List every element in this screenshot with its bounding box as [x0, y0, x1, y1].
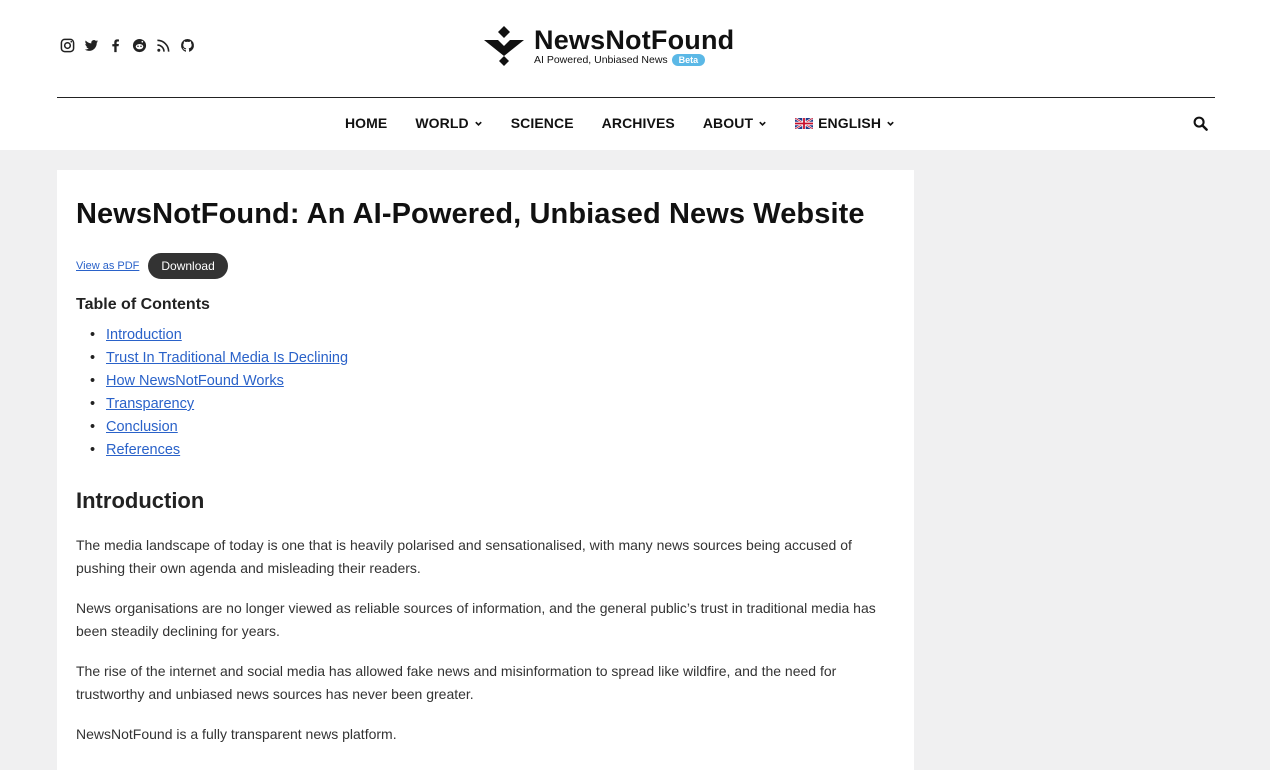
chevron-down-icon [887, 121, 894, 126]
nav-about[interactable]: ABOUT [703, 115, 767, 131]
logo-tagline: AI Powered, Unbiased News [534, 54, 668, 66]
site-header: NewsNotFound AI Powered, Unbiased News B… [0, 0, 1270, 150]
nav-world[interactable]: WORLD [415, 115, 482, 131]
chevron-down-icon [474, 121, 482, 126]
toc-link-introduction[interactable]: Introduction [106, 327, 182, 343]
social-links [60, 38, 195, 53]
site-logo[interactable]: NewsNotFound AI Powered, Unbiased News B… [482, 24, 734, 68]
search-icon[interactable] [1193, 116, 1208, 131]
toc-link-conclusion[interactable]: Conclusion [106, 419, 178, 435]
table-of-contents: Introduction Trust In Traditional Media … [90, 324, 895, 462]
rss-icon[interactable] [156, 38, 171, 53]
paragraph: The rise of the internet and social medi… [76, 663, 837, 702]
reddit-icon[interactable] [132, 38, 147, 53]
nav-science[interactable]: SCIENCE [511, 115, 574, 131]
header-divider [57, 97, 1215, 98]
github-icon[interactable] [180, 38, 195, 53]
toc-link-how-it-works[interactable]: How NewsNotFound Works [106, 373, 284, 389]
nav-language[interactable]: ENGLISH [795, 115, 895, 131]
article-title: NewsNotFound: An AI-Powered, Unbiased Ne… [76, 198, 865, 230]
toc-link-transparency[interactable]: Transparency [106, 396, 194, 412]
toc-item: References [90, 439, 895, 462]
logo-mark-icon [484, 26, 524, 66]
uk-flag-icon [795, 117, 814, 129]
view-pdf-link[interactable]: View as PDF [76, 260, 139, 272]
logo-title: NewsNotFound [534, 25, 735, 55]
nav-home[interactable]: HOME [345, 115, 387, 131]
toc-item: Conclusion [90, 416, 895, 439]
toc-link-references[interactable]: References [106, 442, 180, 458]
toc-item: Introduction [90, 324, 895, 347]
toc-item: Transparency [90, 393, 895, 416]
article-card: NewsNotFound: An AI-Powered, Unbiased Ne… [57, 170, 914, 770]
paragraph: News organisations are no longer viewed … [76, 600, 876, 639]
beta-badge: Beta [671, 54, 706, 66]
paragraph: The media landscape of today is one that… [76, 537, 852, 576]
introduction-heading: Introduction [76, 488, 205, 513]
chevron-down-icon [759, 121, 766, 126]
toc-item: Trust In Traditional Media Is Declining [90, 347, 895, 370]
main-nav: HOME WORLD SCIENCE ARCHIVES ABOUT ENGLIS… [0, 115, 1270, 131]
nav-archives[interactable]: ARCHIVES [602, 115, 675, 131]
facebook-icon[interactable] [108, 38, 123, 53]
instagram-icon[interactable] [60, 38, 75, 53]
paragraph: NewsNotFound is a fully transparent news… [76, 726, 397, 742]
toc-link-trust[interactable]: Trust In Traditional Media Is Declining [106, 350, 348, 366]
twitter-icon[interactable] [84, 38, 99, 53]
toc-item: How NewsNotFound Works [90, 370, 895, 393]
download-button[interactable]: Download [148, 253, 228, 279]
toc-heading: Table of Contents [76, 296, 210, 313]
